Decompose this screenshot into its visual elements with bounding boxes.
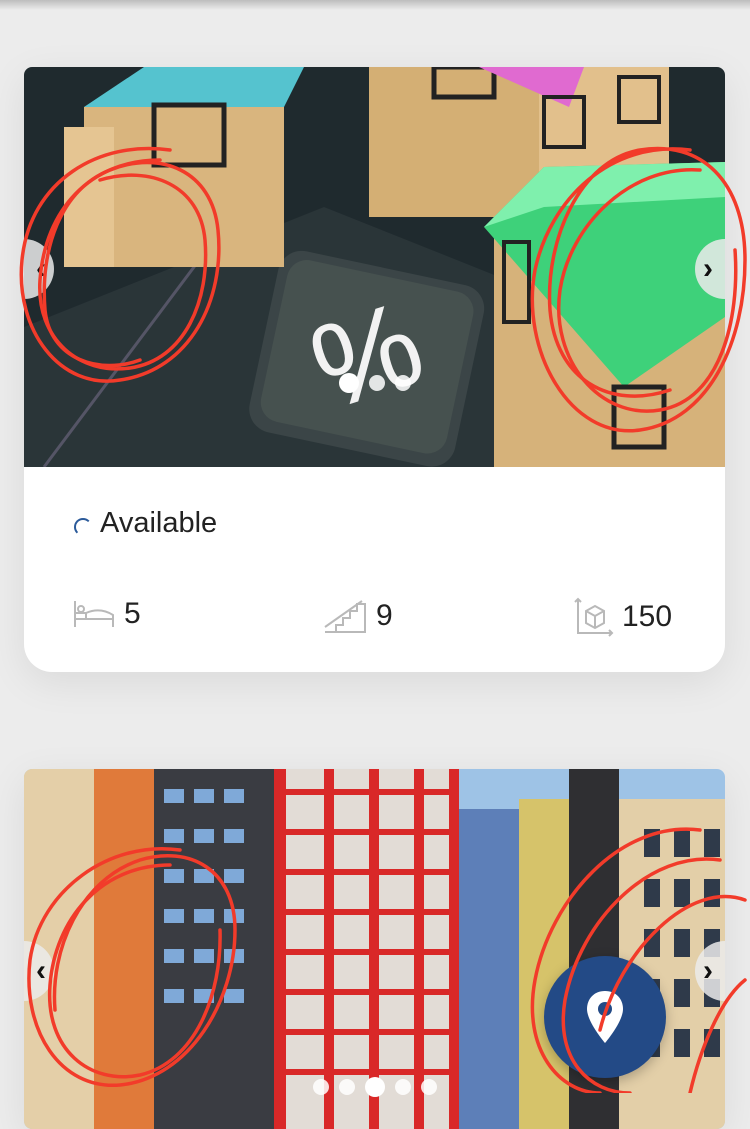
bedrooms-value: 5 (124, 597, 141, 630)
stat-floors: 9 (322, 597, 393, 635)
loading-spinner-icon (74, 517, 92, 536)
stat-area: 150 (574, 597, 672, 637)
bed-icon (74, 601, 114, 627)
stat-bedrooms: 5 (72, 597, 141, 631)
carousel-dots (24, 373, 725, 393)
chevron-left-icon: ‹ (36, 954, 46, 987)
carousel-dot[interactable] (338, 373, 359, 393)
stairs-icon (324, 600, 366, 633)
status-badge: Available (74, 507, 217, 540)
carousel-dots (24, 1077, 725, 1097)
property-photo: % (24, 67, 725, 467)
area-cube-icon (574, 597, 614, 637)
map-location-button[interactable] (544, 956, 666, 1078)
area-value: 150 (622, 600, 673, 633)
carousel-dot[interactable] (368, 375, 385, 391)
chevron-left-icon: ‹ (36, 252, 46, 285)
property-stats: 5 9 150 (24, 597, 725, 647)
carousel-dot[interactable] (394, 375, 411, 391)
property-card[interactable]: % ‹ › Available 5 9 150 (24, 67, 725, 672)
chevron-right-icon: › (703, 252, 713, 285)
top-bar-shadow (0, 0, 750, 10)
map-pin-icon (587, 991, 623, 1043)
status-text: Available (100, 507, 218, 539)
floors-value: 9 (376, 599, 393, 632)
carousel-dot[interactable] (364, 1077, 385, 1097)
chevron-right-icon: › (703, 954, 713, 987)
